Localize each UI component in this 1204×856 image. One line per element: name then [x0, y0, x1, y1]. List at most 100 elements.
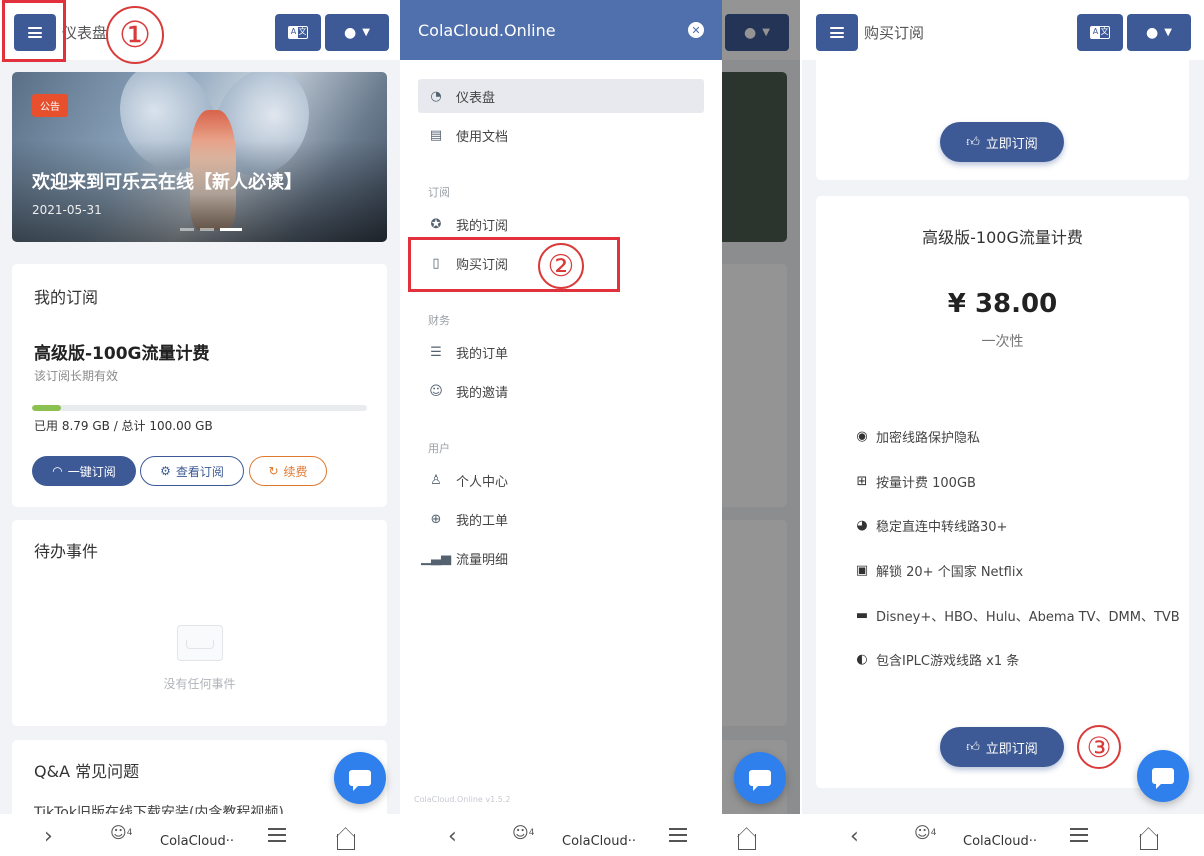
browser-bottom-bar: ‹ ☺ 4 ColaCloud·· [802, 814, 1204, 856]
home-icon[interactable] [738, 834, 756, 850]
section-title-finance: 财务 [428, 314, 450, 327]
drawer-header: ColaCloud.Online ✕ [400, 0, 722, 60]
gear-icon: ⚙ [160, 464, 171, 478]
faq-item[interactable]: TikTok旧版在线下载安装(内含教程视频) [34, 802, 284, 814]
menu-item-tickets[interactable]: ⊕ 我的工单 [418, 502, 704, 536]
menu-item-docs[interactable]: ▤ 使用文档 [418, 118, 704, 152]
faq-card: Q&A 常见问题 TikTok旧版在线下载安装(内含教程视频) [12, 740, 387, 814]
browser-bottom-bar: ‹ ☺ 4 ColaCloud·· [400, 814, 800, 856]
card-title: 我的订阅 [34, 288, 99, 307]
tabs-icon[interactable]: ☺ 4 [110, 823, 132, 842]
one-click-subscribe-button[interactable]: ◠ 一键订阅 [32, 456, 136, 486]
chat-bubble-icon [1152, 768, 1174, 789]
previous-plan-card: 👍︎ 立即订阅 [816, 40, 1189, 180]
menu-item-label: 仪表盘 [456, 90, 496, 106]
translate-icon: A文 [1090, 26, 1110, 39]
tabs-icon[interactable]: ☺ 4 [512, 823, 534, 842]
app-header: 购买订阅 A文 ● ▼ [802, 0, 1204, 60]
usage-text: 已用 8.79 GB / 总计 100.00 GB [34, 419, 213, 433]
feature-text: 按量计费 100GB [876, 476, 976, 491]
language-button[interactable]: A文 [1077, 14, 1123, 51]
home-icon[interactable] [1140, 834, 1158, 850]
button-label: 一键订阅 [67, 464, 116, 479]
translate-icon: A文 [288, 26, 308, 39]
menu-item-my-orders[interactable]: ☰ 我的订单 [418, 335, 704, 369]
subscribe-now-button[interactable]: 👍︎ 立即订阅 [940, 727, 1064, 767]
chat-bubble-icon [349, 770, 371, 791]
page-url-title[interactable]: ColaCloud·· [160, 834, 234, 849]
language-button[interactable]: A文 [275, 14, 321, 51]
refresh-icon: ↻ [268, 464, 279, 478]
chat-bubble-icon [749, 770, 771, 791]
chat-button[interactable] [334, 752, 386, 804]
plan-card: 高级版-100G流量计费 ¥ 38.00 一次性 ◉ 加密线路保护隐私 ⊞ 按量… [816, 196, 1189, 788]
network-icon: ⊞ [856, 474, 868, 489]
my-subscription-card: 我的订阅 高级版-100G流量计费 该订阅长期有效 已用 8.79 GB / 总… [12, 264, 387, 507]
annotation-step-2: ② [538, 243, 584, 289]
menu-lines-icon[interactable] [1070, 828, 1088, 842]
subscribe-now-button-top[interactable]: 👍︎ 立即订阅 [940, 122, 1064, 162]
award-icon: ✪ [430, 216, 442, 232]
version-text: ColaCloud.Online v1.5.2 [414, 795, 511, 804]
forward-icon[interactable]: › [44, 824, 53, 849]
menu-item-profile[interactable]: ♙ 个人中心 [418, 463, 704, 497]
card-title: Q&A 常见问题 [34, 762, 140, 781]
card-title: 待办事件 [34, 542, 99, 561]
rss-icon: ◠ [52, 464, 63, 478]
back-icon[interactable]: ‹ [448, 824, 457, 849]
menu-item-label: 我的邀请 [456, 385, 509, 401]
brand-name: ColaCloud.Online [418, 20, 556, 40]
thumbs-up-icon: 👍︎ [966, 739, 980, 755]
tabs-icon[interactable]: ☺ 4 [914, 823, 936, 842]
user-circle-icon: ● [1146, 24, 1159, 41]
menu-item-label: 我的订单 [456, 346, 509, 362]
renew-button[interactable]: ↻ 续费 [249, 456, 327, 486]
hamburger-icon [830, 27, 844, 38]
user-icon: ♙ [430, 472, 442, 488]
notice-banner[interactable]: 公告 欢迎来到可乐云在线【新人必读】 2021-05-31 [12, 72, 387, 242]
page-title: 购买订阅 [864, 24, 925, 42]
user-circle-icon: ● [344, 24, 357, 41]
empty-inbox-icon [177, 625, 223, 661]
menu-item-label: 流量明细 [456, 552, 509, 568]
feature-text: 稳定直连中转线路30+ [876, 520, 1008, 535]
menu-item-label: 我的订阅 [456, 218, 509, 234]
feature-text: 包含IPLC游戏线路 x1 条 [876, 654, 1020, 669]
navigation-drawer: ColaCloud.Online ✕ ◔ 仪表盘 ▤ 使用文档 订阅 ✪ 我的订… [400, 0, 722, 814]
menu-item-traffic[interactable]: ▁▃▅ 流量明细 [418, 541, 704, 575]
todo-card: 待办事件 没有任何事件 [12, 520, 387, 726]
button-label: 续费 [283, 464, 308, 479]
button-label: 立即订阅 [985, 741, 1038, 757]
menu-lines-icon[interactable] [268, 828, 286, 842]
feature-item: ◉ 加密线路保护隐私 [854, 427, 980, 446]
home-icon[interactable] [337, 834, 355, 850]
chat-button[interactable] [734, 752, 786, 804]
page-url-title[interactable]: ColaCloud·· [963, 834, 1037, 849]
fingerprint-icon: ◉ [856, 429, 868, 444]
empty-text: 没有任何事件 [163, 677, 236, 691]
menu-item-my-subscription[interactable]: ✪ 我的订阅 [418, 207, 704, 241]
user-menu-button[interactable]: ● ▼ [325, 14, 389, 51]
view-subscription-button[interactable]: ⚙ 查看订阅 [140, 456, 244, 486]
banner-date: 2021-05-31 [32, 203, 102, 217]
annotation-step-1: ① [106, 6, 164, 64]
carousel-indicator[interactable] [180, 228, 242, 231]
menu-lines-icon[interactable] [669, 828, 687, 842]
plan-period: 一次性 [981, 334, 1024, 350]
close-icon[interactable]: ✕ [688, 22, 704, 38]
feature-item: ◕ 稳定直连中转线路30+ [854, 516, 1007, 535]
tab-count: 4 [528, 827, 535, 838]
support-icon: ⊕ [430, 511, 442, 527]
menu-button[interactable] [816, 14, 858, 51]
feature-item: ◐ 包含IPLC游戏线路 x1 条 [854, 650, 1019, 669]
user-menu-button[interactable]: ● ▼ [1127, 14, 1191, 51]
page-url-title[interactable]: ColaCloud·· [562, 834, 636, 849]
menu-item-my-invites[interactable]: ☺ 我的邀请 [418, 374, 704, 408]
section-title-subscription: 订阅 [428, 186, 450, 199]
back-icon[interactable]: ‹ [850, 824, 859, 849]
menu-item-dashboard[interactable]: ◔ 仪表盘 [418, 79, 704, 113]
tv-icon: ▬ [855, 608, 869, 623]
chat-button[interactable] [1137, 750, 1189, 802]
feature-item: ⊞ 按量计费 100GB [854, 472, 976, 491]
menu-item-label: 我的工单 [456, 513, 509, 529]
